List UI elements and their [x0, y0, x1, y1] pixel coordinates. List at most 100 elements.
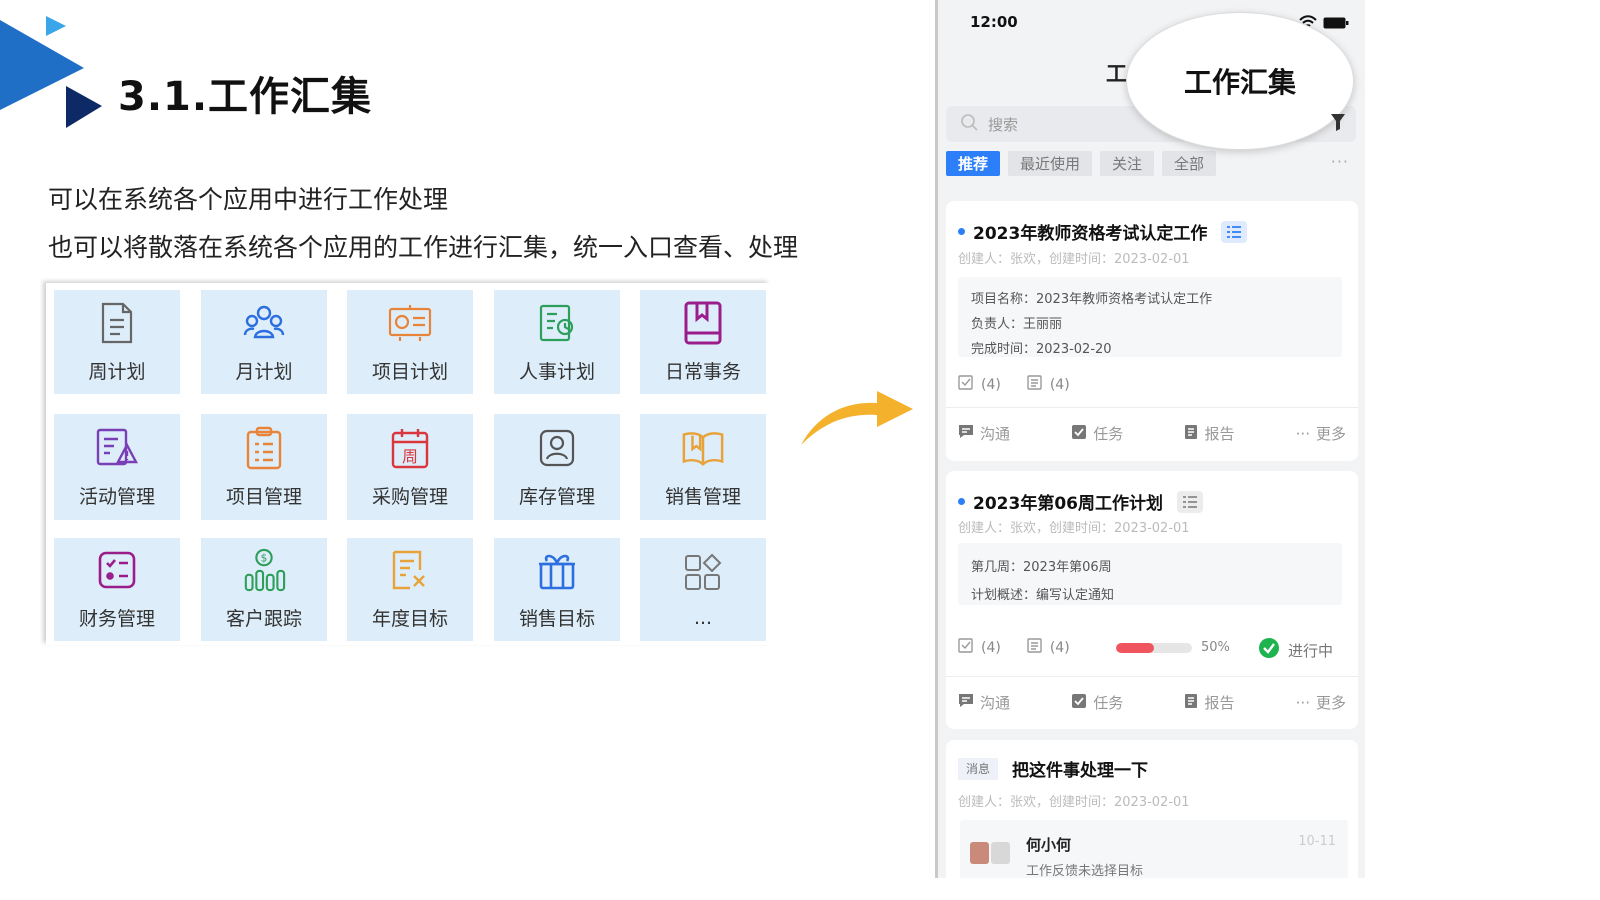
- svg-text:周: 周: [402, 447, 418, 466]
- document-icon: [95, 301, 139, 345]
- app-tile-customer-tracking[interactable]: $ 客户跟踪: [201, 538, 327, 641]
- list-badge-icon: [1221, 220, 1248, 243]
- app-tile-project-management[interactable]: 项目管理: [201, 414, 327, 520]
- app-tile-inventory-management[interactable]: 库存管理: [494, 414, 620, 520]
- phone-screen: 12:00 工 工作汇集 搜索 推荐 最近使用 关注 全部 ··· 2023年教…: [935, 0, 1365, 878]
- detail-row: 计划概述：编写认定通知: [971, 588, 1115, 603]
- action-label: 任务: [1093, 425, 1124, 443]
- card-counts: (4) (4): [958, 638, 1070, 657]
- task-button[interactable]: 任务: [1071, 692, 1123, 713]
- chat-icon: [958, 424, 974, 443]
- progress-fill: [1116, 643, 1154, 653]
- action-label: 更多: [1315, 425, 1346, 443]
- avatar: [970, 834, 1010, 866]
- app-tile-more[interactable]: ...: [640, 538, 766, 641]
- open-book-icon: [681, 426, 725, 470]
- app-label: 销售目标: [518, 608, 595, 630]
- app-label: 活动管理: [78, 485, 155, 508]
- app-label: 年度目标: [371, 608, 448, 630]
- edit-warning-icon: [95, 426, 139, 470]
- app-label: 财务管理: [78, 608, 155, 630]
- check-circle-icon: [1258, 637, 1280, 663]
- action-label: 更多: [1315, 694, 1346, 712]
- arrow-right-icon: [795, 385, 917, 455]
- checkbox-icon: [958, 638, 973, 657]
- report-icon: [1184, 424, 1198, 444]
- app-tile-sales-management[interactable]: 销售管理: [640, 414, 766, 520]
- app-label: 人事计划: [518, 360, 595, 383]
- card-divider: [946, 676, 1358, 677]
- report-button[interactable]: 报告: [1184, 423, 1234, 444]
- task-icon: [1071, 693, 1087, 713]
- app-label: 月计划: [235, 360, 293, 383]
- report-button[interactable]: 报告: [1184, 692, 1234, 713]
- app-label: 采购管理: [371, 485, 448, 508]
- calendar-week-icon: 周: [388, 426, 432, 470]
- message-text: 工作反馈未选择目标: [1026, 864, 1144, 878]
- task-button[interactable]: 任务: [1071, 423, 1123, 444]
- status-badge: 进行中: [1258, 637, 1333, 663]
- card-title: 2023年教师资格考试认定工作: [973, 224, 1208, 244]
- svg-text:$: $: [261, 552, 268, 564]
- app-tile-hr-plan[interactable]: 人事计划: [494, 290, 620, 394]
- app-label: 销售管理: [664, 485, 741, 508]
- detail-row: 负责人：王丽丽: [971, 317, 1063, 332]
- progress-percent: 50%: [1201, 640, 1230, 655]
- app-label: 日常事务: [664, 360, 741, 383]
- tab-recommended[interactable]: 推荐: [946, 151, 1001, 176]
- task-count: (4): [981, 639, 1001, 656]
- app-tile-sales-target[interactable]: 销售目标: [494, 538, 620, 641]
- bullet-icon: [958, 228, 965, 235]
- card-divider: [946, 407, 1358, 408]
- app-label: 项目计划: [371, 360, 448, 383]
- bullet-icon: [958, 498, 965, 505]
- slide-title: 3.1.工作汇集: [118, 74, 373, 120]
- search-icon: [960, 113, 978, 135]
- app-tile-activity-management[interactable]: 活动管理: [54, 414, 180, 520]
- message-preview[interactable]: 何小何 10-11 工作反馈未选择目标: [960, 820, 1348, 878]
- work-card[interactable]: 2023年第06周工作计划 创建人：张欢，创建时间：2023-02-01 第几周…: [946, 471, 1358, 729]
- app-title: 工: [1106, 62, 1127, 86]
- chat-button[interactable]: 沟通: [958, 692, 1010, 713]
- app-tile-annual-target[interactable]: 年度目标: [347, 538, 473, 641]
- more-button[interactable]: ··· 更多: [1296, 692, 1346, 713]
- title-decoration: [0, 12, 110, 132]
- action-label: 报告: [1204, 425, 1235, 443]
- chat-icon: [958, 693, 974, 712]
- app-tile-finance-management[interactable]: 财务管理: [54, 538, 180, 641]
- message-card[interactable]: 消息 把这件事处理一下 创建人：张欢，创建时间：2023-02-01 何小何 1…: [946, 740, 1358, 878]
- book-icon: [681, 301, 725, 345]
- money-chart-icon: $: [242, 548, 286, 592]
- clipboard-icon: [242, 426, 286, 470]
- description-line-1: 可以在系统各个应用中进行工作处理: [48, 185, 449, 214]
- chat-button[interactable]: 沟通: [958, 423, 1010, 444]
- card-title: 2023年第06周工作计划: [973, 494, 1163, 514]
- task-count: (4): [981, 376, 1001, 393]
- tab-all[interactable]: 全部: [1162, 151, 1217, 176]
- tab-recent[interactable]: 最近使用: [1008, 151, 1093, 176]
- more-button[interactable]: ··· 更多: [1296, 423, 1346, 444]
- card-detail: 项目名称：2023年教师资格考试认定工作 负责人：王丽丽 完成时间：2023-0…: [958, 277, 1342, 357]
- card-actions: 沟通 任务 报告 ··· 更多: [958, 423, 1346, 444]
- detail-row: 完成时间：2023-02-20: [971, 342, 1112, 357]
- gift-icon: [535, 548, 579, 592]
- board-icon: [388, 301, 432, 345]
- status-time: 12:00: [970, 13, 1018, 31]
- apps-more-icon: [681, 551, 725, 595]
- filter-icon[interactable]: [1330, 112, 1346, 136]
- tabs-more-icon[interactable]: ···: [1331, 152, 1349, 171]
- tab-following[interactable]: 关注: [1100, 151, 1155, 176]
- app-tile-project-plan[interactable]: 项目计划: [347, 290, 473, 394]
- app-label: ...: [693, 606, 713, 629]
- more-icon: ···: [1295, 693, 1310, 712]
- app-tile-week-plan[interactable]: 周计划: [54, 290, 180, 394]
- doc-count: (4): [1049, 376, 1070, 393]
- zoom-callout: 工作汇集: [1126, 12, 1354, 150]
- app-label: 客户跟踪: [225, 608, 302, 630]
- app-tile-purchase-management[interactable]: 周 采购管理: [347, 414, 473, 520]
- work-card[interactable]: 2023年教师资格考试认定工作 创建人：张欢，创建时间：2023-02-01 项…: [946, 201, 1358, 461]
- card-meta: 创建人：张欢，创建时间：2023-02-01: [958, 795, 1190, 810]
- app-tile-month-plan[interactable]: 月计划: [201, 290, 327, 394]
- app-tile-daily-affairs[interactable]: 日常事务: [640, 290, 766, 394]
- doc-icon: [1027, 375, 1042, 394]
